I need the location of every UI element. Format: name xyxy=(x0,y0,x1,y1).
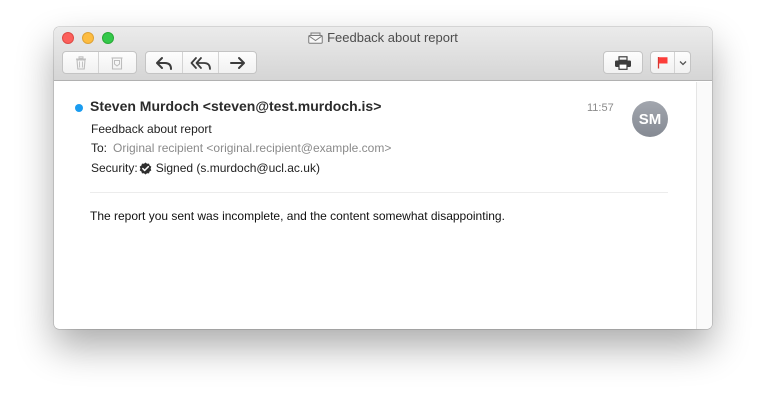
window-title: Feedback about report xyxy=(327,30,458,45)
message-view: Steven Murdoch <steven@test.murdoch.is> … xyxy=(54,82,696,329)
junk-button[interactable] xyxy=(99,52,135,73)
reply-icon xyxy=(155,56,172,70)
delete-button[interactable] xyxy=(63,52,99,73)
trash-icon xyxy=(75,55,86,70)
message-subject: Feedback about report xyxy=(91,122,212,136)
mail-window: Feedback about report Steven Murdoch <st… xyxy=(54,27,712,329)
reply-group xyxy=(145,51,257,74)
junk-icon xyxy=(111,56,123,70)
sender[interactable]: Steven Murdoch <steven@test.murdoch.is> xyxy=(90,98,381,114)
to-line: To: Original recipient <original.recipien… xyxy=(91,141,391,155)
flag-menu-button[interactable] xyxy=(675,52,690,73)
unread-indicator xyxy=(75,104,83,112)
reply-all-icon xyxy=(190,56,211,70)
reply-button[interactable] xyxy=(146,52,183,73)
reply-all-button[interactable] xyxy=(183,52,220,73)
security-label: Security: xyxy=(91,161,138,175)
message-body: The report you sent was incomplete, and … xyxy=(90,209,505,223)
flag-icon xyxy=(657,57,667,69)
title-bar: Feedback about report xyxy=(54,27,712,81)
print-button[interactable] xyxy=(604,52,642,73)
security-line: Security: Signed (s.murdoch@ucl.ac.uk) xyxy=(91,161,320,175)
avatar: SM xyxy=(632,101,668,137)
print-group xyxy=(603,51,643,74)
message-time: 11:57 xyxy=(587,102,614,114)
verified-badge-icon[interactable] xyxy=(139,162,152,175)
flag-button[interactable] xyxy=(651,52,675,73)
printer-icon xyxy=(615,55,631,70)
flag-group xyxy=(650,51,691,74)
security-value: Signed (s.murdoch@ucl.ac.uk) xyxy=(155,161,320,175)
scrollbar[interactable] xyxy=(696,82,712,329)
envelope-icon xyxy=(308,32,323,48)
header-divider xyxy=(90,192,668,193)
chevron-down-icon xyxy=(679,60,686,65)
delete-junk-group xyxy=(62,51,137,74)
forward-button[interactable] xyxy=(219,52,256,73)
avatar-initials: SM xyxy=(638,110,662,128)
to-label: To: xyxy=(91,141,108,155)
to-recipient[interactable]: Original recipient <original.recipient@e… xyxy=(113,141,391,155)
window-title-container: Feedback about report xyxy=(54,30,712,48)
forward-icon xyxy=(229,56,245,69)
